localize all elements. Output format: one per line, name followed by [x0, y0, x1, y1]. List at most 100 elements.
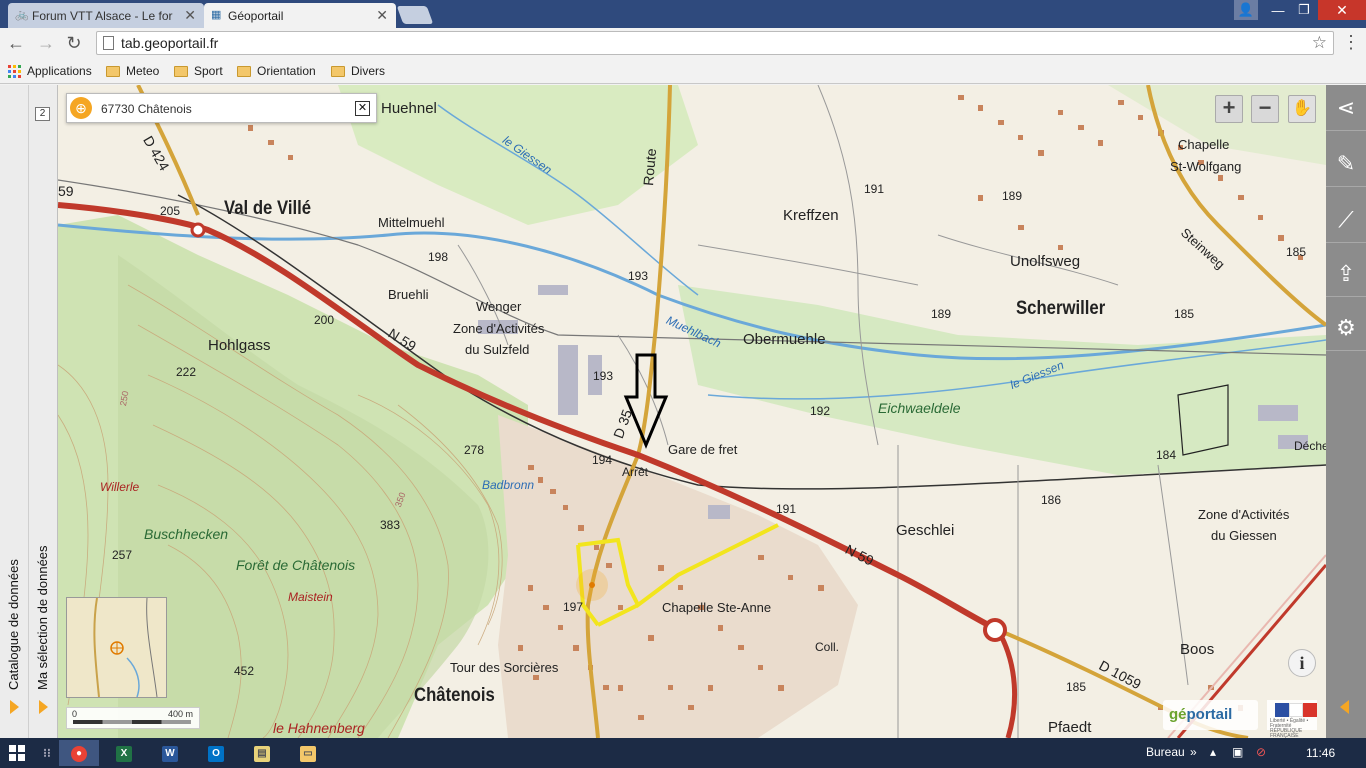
system-clock[interactable]: 11:46 — [1306, 746, 1335, 760]
collapse-tools-icon[interactable] — [1340, 700, 1349, 714]
address-bar[interactable]: tab.geoportail.fr ☆ — [96, 31, 1334, 55]
new-tab-button[interactable] — [396, 6, 434, 24]
desktop-toolbar-label[interactable]: Bureau — [1146, 745, 1185, 759]
catalog-tab[interactable]: Catalogue de données — [6, 559, 21, 690]
panel-divider — [28, 85, 29, 738]
altitude-label: 185 — [1286, 245, 1307, 259]
bookmarks-bar: Applications Meteo Sport Orientation Div… — [0, 58, 1366, 84]
place-label: Unolfsweg — [1010, 253, 1081, 270]
altitude-label: 205 — [160, 204, 181, 218]
share-icon[interactable]: ⋖ — [1326, 85, 1366, 131]
place-label: Gare de fret — [668, 442, 738, 457]
place-label: le Hahnenberg — [273, 720, 365, 736]
pencil-icon[interactable]: ✎ — [1326, 141, 1366, 187]
altitude-label: 197 — [563, 600, 584, 614]
place-label: Forêt de Châtenois — [236, 557, 356, 573]
expand-catalog-icon[interactable] — [10, 700, 19, 714]
bookmark-folder-meteo[interactable]: Meteo — [106, 62, 159, 80]
geoportail-logo: géportail — [1163, 700, 1258, 730]
bookmark-applications[interactable]: Applications — [8, 62, 92, 80]
map-canvas — [58, 85, 1326, 738]
user-profile-icon[interactable]: 👤 — [1234, 0, 1258, 20]
place-label: du Sulzfeld — [465, 342, 530, 357]
bookmark-star-icon[interactable]: ☆ — [1312, 33, 1327, 53]
tab-geoportail[interactable]: ▦ Géoportail ✕ — [204, 3, 396, 28]
windows-start-icon[interactable] — [9, 745, 25, 761]
outlook-app-icon[interactable]: O — [196, 740, 236, 766]
chrome-app-icon[interactable]: ● — [59, 740, 99, 766]
altitude-label: 191 — [776, 502, 797, 516]
my-selection-tab[interactable]: Ma sélection de données — [35, 545, 50, 690]
altitude-label: 383 — [380, 518, 401, 532]
altitude-label: 185 — [1174, 307, 1195, 321]
place-label: Boos — [1180, 641, 1215, 658]
bookmark-label: Sport — [194, 64, 223, 78]
task-view-icon[interactable]: ⁝⁝ — [38, 740, 56, 766]
info-button[interactable]: i — [1288, 649, 1316, 677]
close-tab-icon[interactable]: ✕ — [184, 7, 196, 24]
import-file-icon[interactable]: ⇪ — [1326, 251, 1366, 297]
minimize-icon[interactable]: — — [1266, 0, 1290, 20]
close-window-icon[interactable]: ✕ — [1318, 0, 1366, 20]
place-label: Huehnel — [381, 100, 437, 117]
url-text[interactable]: tab.geoportail.fr — [121, 35, 218, 51]
network-icon[interactable]: ▣ — [1232, 745, 1243, 759]
altitude-label: 194 — [592, 453, 613, 467]
place-label: Willerle — [100, 480, 140, 494]
zoom-out-button[interactable]: − — [1251, 95, 1279, 123]
close-tab-icon[interactable]: ✕ — [376, 7, 388, 24]
reload-icon[interactable]: ↻ — [64, 33, 84, 53]
expand-selection-icon[interactable] — [39, 700, 48, 714]
notes-app-icon[interactable]: ▤ — [242, 740, 282, 766]
overview-canvas — [93, 597, 158, 698]
file-explorer-icon[interactable]: ▭ — [288, 740, 328, 766]
tray-up-arrow-icon[interactable]: ▴ — [1210, 745, 1216, 759]
folder-icon — [331, 65, 345, 77]
altitude-label: 200 — [314, 313, 335, 327]
pan-hand-icon[interactable]: ✋ — [1288, 95, 1316, 123]
republique-francaise-logo: Liberté • Égalité • Fraternité RÉPUBLIQU… — [1267, 700, 1317, 739]
place-label: Badbronn — [482, 478, 535, 492]
windows-taskbar: ⁝⁝ ● X W O ▤ ▭ Bureau » ▴ ▣ ⊘ 11:46 — [0, 738, 1366, 768]
tab-forum-vtt[interactable]: 🚲 Forum VTT Alsace - Le for ✕ — [8, 3, 204, 28]
place-label: Tour des Sorcières — [450, 660, 559, 675]
bookmark-folder-orientation[interactable]: Orientation — [237, 62, 316, 80]
search-input[interactable]: 67730 Châtenois — [101, 102, 192, 116]
zoom-in-button[interactable]: + — [1215, 95, 1243, 123]
bike-icon: 🚲 — [15, 9, 29, 21]
place-label: Coll. — [815, 640, 840, 654]
locate-icon[interactable]: ⊕ — [70, 97, 92, 119]
volume-muted-icon[interactable]: ⊘ — [1256, 745, 1266, 759]
place-label: Maistein — [288, 590, 333, 604]
bookmark-folder-divers[interactable]: Divers — [331, 62, 385, 80]
altitude-label: 192 — [810, 404, 831, 418]
logo-text: géportail — [1169, 706, 1233, 723]
overview-minimap[interactable] — [66, 597, 167, 698]
clear-search-icon[interactable]: ✕ — [355, 101, 370, 116]
place-label: Chapelle Ste-Anne — [662, 600, 772, 615]
settings-gear-icon[interactable]: ⚙ — [1326, 305, 1366, 351]
place-label: Zone d'Activités — [1198, 507, 1290, 522]
altitude-label: 193 — [593, 369, 614, 383]
altitude-label: 184 — [1156, 448, 1177, 462]
altitude-label: 257 — [112, 548, 133, 562]
bookmark-folder-sport[interactable]: Sport — [174, 62, 223, 80]
ruler-icon[interactable]: ⟋ — [1326, 197, 1366, 243]
map-view[interactable]: Val de Villé Scherwiller Châtenois Huehn… — [58, 85, 1326, 738]
altitude-label: 452 — [234, 664, 255, 678]
place-search-box[interactable]: ⊕ 67730 Châtenois ✕ — [66, 93, 377, 123]
forward-arrow-icon[interactable]: → — [36, 33, 56, 53]
browser-menu-icon[interactable]: ⋮ — [1342, 32, 1360, 53]
scale-start-label: 0 — [72, 709, 78, 719]
bookmark-label: Applications — [27, 64, 92, 78]
bookmark-label: Meteo — [126, 64, 160, 78]
back-arrow-icon[interactable]: ← — [6, 33, 26, 53]
town-label-scherwiller: Scherwiller — [1016, 298, 1106, 319]
maximize-icon[interactable]: ❐ — [1292, 0, 1316, 20]
browser-tab-strip: 🚲 Forum VTT Alsace - Le for ✕ ▦ Géoporta… — [0, 0, 1366, 28]
altitude-label: 193 — [628, 269, 649, 283]
excel-app-icon[interactable]: X — [104, 740, 144, 766]
word-app-icon[interactable]: W — [150, 740, 190, 766]
geoportail-favicon-icon: ▦ — [211, 9, 222, 21]
toolbar-expand-icon[interactable]: » — [1190, 745, 1197, 759]
